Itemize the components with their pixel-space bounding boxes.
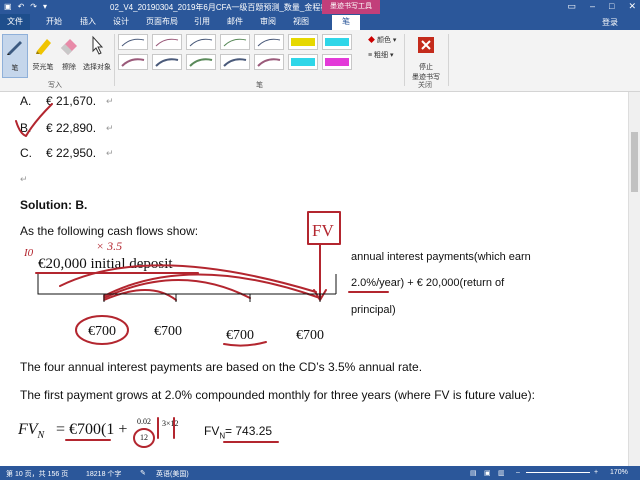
highlighter-tool-button[interactable]: 荧光笔 xyxy=(30,34,56,78)
web-layout-icon[interactable]: ▥ xyxy=(498,469,505,477)
pen-style-swatch[interactable] xyxy=(220,54,250,70)
tab-review[interactable]: 审阅 xyxy=(260,16,276,27)
group-divider xyxy=(114,34,115,86)
thickness-label: 粗细 xyxy=(374,52,389,59)
group-divider xyxy=(404,34,405,86)
tab-insert[interactable]: 插入 xyxy=(80,16,96,27)
vertical-scrollbar[interactable] xyxy=(628,92,640,466)
color-label: 颜色 xyxy=(376,37,391,44)
pen-style-swatch[interactable] xyxy=(254,54,284,70)
title-bar: ▣ ↶ ↷ ▾ 02_V4_20190304_2019年6月CFA一级百题预测_… xyxy=(0,0,640,14)
zoom-in-icon[interactable]: + xyxy=(594,469,598,476)
login-link[interactable]: 登录 xyxy=(602,17,618,28)
pen-style-swatch[interactable] xyxy=(186,34,216,50)
zoom-level[interactable]: 170% xyxy=(610,469,628,476)
tab-references[interactable]: 引用 xyxy=(194,16,210,27)
pen-style-swatch[interactable] xyxy=(186,54,216,70)
pen-style-swatch[interactable] xyxy=(322,34,352,50)
close-ink-icon xyxy=(418,37,434,53)
eraser-icon xyxy=(61,39,77,55)
ribbon-tabs: 文件 开始 插入 设计 页面布局 引用 邮件 审阅 视图 笔 登录 xyxy=(0,14,640,30)
stop-inking-button[interactable]: 停止 墨迹书写 xyxy=(408,34,444,81)
maximize-icon[interactable]: □ xyxy=(609,1,614,12)
ribbon: 笔 荧光笔 擦除 选择对象 写入 ◆ 颜色 ▾ ≡ 粗细 ▾ 笔 停止 墨迹书写… xyxy=(0,30,640,92)
group-write-label: 写入 xyxy=(48,82,62,89)
status-bar: 第 10 页，共 156 页 18218 个字 ✎ 英语(美国) ▤ ▣ ▥ –… xyxy=(0,466,640,480)
pen-icon xyxy=(7,41,22,55)
highlighter-tool-label: 荧光笔 xyxy=(32,64,54,71)
zoom-out-icon[interactable]: – xyxy=(516,469,520,476)
tab-pens[interactable]: 笔 xyxy=(332,15,360,30)
group-pen-label: 笔 xyxy=(256,82,263,89)
save-icon[interactable]: ▣ xyxy=(4,2,12,11)
close-icon[interactable]: ✕ xyxy=(628,1,636,12)
select-objects-icon xyxy=(92,35,104,55)
minimize-icon[interactable]: – xyxy=(590,1,595,12)
pen-style-swatch[interactable] xyxy=(118,54,148,70)
highlighter-icon xyxy=(36,39,51,55)
ribbon-display-icon[interactable]: ▭ xyxy=(567,1,576,12)
pen-style-swatch[interactable] xyxy=(220,34,250,50)
stop-label-line1: 停止 xyxy=(419,64,433,71)
context-tab-label: 墨迹书写工具 xyxy=(322,0,380,14)
tab-view[interactable]: 视图 xyxy=(293,16,309,27)
eraser-tool-button[interactable]: 擦除 xyxy=(56,34,82,78)
pen-style-swatch[interactable] xyxy=(322,54,352,70)
window-title: 02_V4_20190304_2019年6月CFA一级百题预测_数量_金程教育.… xyxy=(110,3,343,12)
zoom-slider[interactable] xyxy=(526,472,590,473)
tab-mailings[interactable]: 邮件 xyxy=(227,16,243,27)
pen-gallery xyxy=(118,34,364,74)
print-layout-icon[interactable]: ▣ xyxy=(484,469,491,477)
tab-design[interactable]: 设计 xyxy=(113,16,129,27)
pen-style-swatch[interactable] xyxy=(288,34,318,50)
proofing-icon[interactable]: ✎ xyxy=(140,469,146,477)
undo-icon[interactable]: ↶ xyxy=(18,2,25,11)
thickness-dropdown[interactable]: ≡ 粗细 ▾ xyxy=(368,50,394,60)
group-divider xyxy=(448,34,449,86)
pen-style-swatch[interactable] xyxy=(254,34,284,50)
color-dropdown[interactable]: ◆ 颜色 ▾ xyxy=(368,35,396,45)
pen-style-swatch[interactable] xyxy=(288,54,318,70)
language[interactable]: 英语(美国) xyxy=(156,469,189,479)
pen-tool-label: 笔 xyxy=(11,65,19,72)
word-count[interactable]: 18218 个字 xyxy=(86,469,121,479)
customize-icon[interactable]: ▾ xyxy=(43,2,47,11)
timeline-axis xyxy=(37,274,337,295)
group-close-label: 关闭 xyxy=(418,82,432,89)
window-controls: ▭ – □ ✕ xyxy=(567,1,636,12)
page-count[interactable]: 第 10 页，共 156 页 xyxy=(6,469,68,479)
document-page[interactable]: A. € 21,670. B. € 22,890. C. € 22,950. S… xyxy=(0,92,628,466)
tab-layout[interactable]: 页面布局 xyxy=(146,16,178,27)
pen-style-swatch[interactable] xyxy=(152,54,182,70)
quick-access-toolbar: ▣ ↶ ↷ ▾ xyxy=(4,2,47,11)
select-objects-button[interactable]: 选择对象 xyxy=(82,34,112,78)
thickness-icon: ≡ xyxy=(368,52,373,59)
eraser-tool-label: 擦除 xyxy=(62,64,76,71)
redo-icon[interactable]: ↷ xyxy=(30,2,37,11)
tab-file[interactable]: 文件 xyxy=(0,14,30,30)
timeline-diagram xyxy=(37,274,337,302)
scrollbar-thumb[interactable] xyxy=(631,132,638,192)
select-objects-label: 选择对象 xyxy=(83,64,111,71)
color-icon: ◆ xyxy=(368,37,375,44)
tab-home[interactable]: 开始 xyxy=(46,16,62,27)
read-mode-icon[interactable]: ▤ xyxy=(470,469,477,477)
pen-style-swatch[interactable] xyxy=(118,34,148,50)
pen-tool-button[interactable]: 笔 xyxy=(2,34,28,78)
pen-style-swatch[interactable] xyxy=(152,34,182,50)
